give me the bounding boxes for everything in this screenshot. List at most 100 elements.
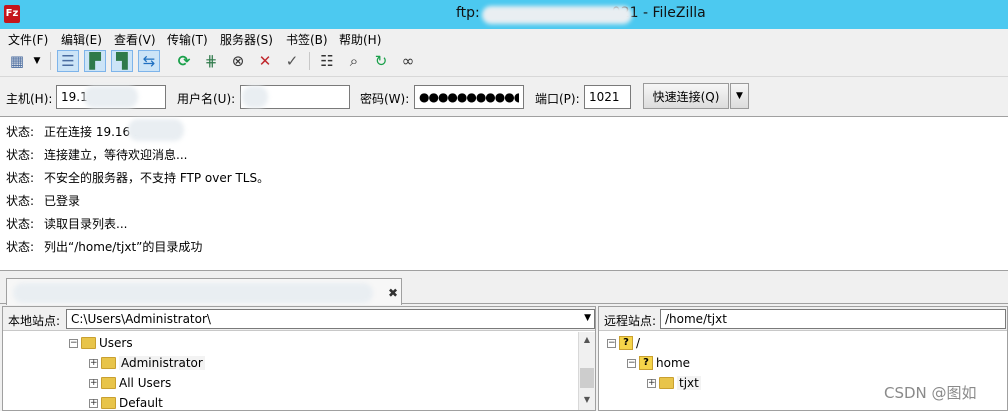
log-text: 连接建立，等待欢迎消息... xyxy=(44,148,188,162)
toggle-local-tree-icon[interactable]: ▛ xyxy=(84,50,106,72)
redaction-blur xyxy=(13,283,373,303)
scroll-up-icon[interactable]: ▲ xyxy=(579,332,595,348)
log-row: 状态: 列出“/home/tjxt”的目录成功 xyxy=(6,238,202,255)
menu-file[interactable]: 文件(F) xyxy=(8,31,48,48)
tree-item-root[interactable]: − ? / xyxy=(607,336,640,350)
message-log[interactable]: 状态: 正在连接 19.16 21... 状态: 连接建立，等待欢迎消息... 状态… xyxy=(0,116,1008,271)
menu-bookmarks[interactable]: 书签(B) xyxy=(286,31,328,48)
redaction-blur xyxy=(84,86,138,108)
expand-icon[interactable]: + xyxy=(89,398,98,408)
remote-path-text: /home/tjxt xyxy=(665,312,727,326)
local-pane: 本地站点: C:\Users\Administrator\ ▼ − Users … xyxy=(2,306,596,411)
port-label: 端口(P): xyxy=(535,92,580,106)
remote-site-bar: 远程站点: /home/tjxt xyxy=(599,307,1007,331)
site-dropdown-icon[interactable]: ▼ xyxy=(30,50,44,72)
menu-server[interactable]: 服务器(S) xyxy=(220,31,273,48)
tree-item-default[interactable]: + Default xyxy=(89,396,163,410)
password-label: 密码(W): xyxy=(360,92,410,106)
log-kind: 状态: xyxy=(6,148,35,162)
log-row: 状态: 不安全的服务器，不支持 FTP over TLS。 xyxy=(6,169,269,186)
tree-item-label: home xyxy=(656,356,691,370)
local-tree-scrollbar[interactable]: ▲ ▼ xyxy=(578,332,595,410)
port-input[interactable] xyxy=(584,85,631,109)
local-path-combobox[interactable]: C:\Users\Administrator\ ▼ xyxy=(66,309,595,329)
collapse-icon[interactable]: − xyxy=(69,338,78,348)
tree-item-home[interactable]: − ? home xyxy=(627,356,690,370)
folder-icon xyxy=(101,397,116,409)
menu-help[interactable]: 帮助(H) xyxy=(339,31,381,48)
menu-edit[interactable]: 编辑(E) xyxy=(61,31,102,48)
log-text: 列出“/home/tjxt”的目录成功 xyxy=(44,240,203,254)
tree-item-all-users[interactable]: + All Users xyxy=(89,376,171,390)
tree-item-users[interactable]: − Users xyxy=(69,336,133,350)
log-row: 状态: 连接建立，等待欢迎消息... xyxy=(6,146,187,163)
password-input[interactable] xyxy=(414,85,524,109)
folder-icon xyxy=(659,377,674,389)
log-text: 读取目录列表... xyxy=(44,217,128,231)
close-icon[interactable]: ✖ xyxy=(388,286,398,300)
log-row: 状态: 读取目录列表... xyxy=(6,215,127,232)
tree-item-label: Administrator xyxy=(119,356,205,370)
tree-item-label: All Users xyxy=(119,376,172,390)
tree-item-label: tjxt xyxy=(677,376,701,390)
expand-icon[interactable]: + xyxy=(89,358,98,368)
tree-item-label: / xyxy=(636,336,641,350)
expand-icon[interactable]: + xyxy=(89,378,98,388)
local-site-bar: 本地站点: C:\Users\Administrator\ ▼ xyxy=(3,307,595,331)
title-bar: Fz ftp: 021 - FileZilla xyxy=(0,0,1008,29)
log-kind: 状态: xyxy=(6,125,35,139)
folder-icon xyxy=(81,337,96,349)
disconnect-icon[interactable]: ✕ xyxy=(254,50,276,72)
local-path-text: C:\Users\Administrator\ xyxy=(71,312,211,326)
compare-icon[interactable]: ⌕ xyxy=(343,50,365,72)
toolbar-separator xyxy=(309,52,310,70)
menu-view[interactable]: 查看(V) xyxy=(114,31,156,48)
reconnect-icon[interactable]: ✓ xyxy=(281,50,303,72)
tree-item-label: Default xyxy=(119,396,163,410)
search-icon[interactable]: ∞ xyxy=(397,50,419,72)
username-label: 用户名(U): xyxy=(177,92,236,106)
unknown-folder-icon: ? xyxy=(639,356,653,370)
redaction-blur xyxy=(242,86,268,108)
folder-icon xyxy=(101,377,116,389)
cancel-icon[interactable]: ⊗ xyxy=(227,50,249,72)
toggle-queue-icon[interactable]: ⇆ xyxy=(138,50,160,72)
tree-item-label: Users xyxy=(99,336,133,350)
menu-bar: 文件(F) 编辑(E) 查看(V) 传输(T) 服务器(S) 书签(B) 帮助(… xyxy=(0,29,1008,48)
local-site-label: 本地站点: xyxy=(8,314,61,328)
collapse-icon[interactable]: − xyxy=(627,358,636,368)
expand-icon[interactable]: + xyxy=(647,378,656,388)
collapse-icon[interactable]: − xyxy=(607,338,616,348)
scrollbar-thumb[interactable] xyxy=(580,368,594,388)
site-tab-strip: ✖ xyxy=(0,273,1008,305)
toggle-log-icon[interactable]: ☰ xyxy=(57,50,79,72)
filezilla-app-icon[interactable]: Fz xyxy=(4,5,20,23)
refresh-icon[interactable]: ⟳ xyxy=(173,50,195,72)
log-kind: 状态: xyxy=(6,240,35,254)
quickconnect-bar: 主机(H): 用户名(U): 密码(W): 端口(P): 快速连接(Q) ▼ xyxy=(0,76,1008,116)
tree-item-tjxt[interactable]: + tjxt xyxy=(647,376,701,390)
sync-browse-icon[interactable]: ↻ xyxy=(370,50,392,72)
log-text: 已登录 xyxy=(44,194,81,208)
toolbar: ▦ ▼ ☰ ▛ ▜ ⇆ ⟳ ⋕ ⊗ ✕ ✓ ☷ ⌕ ↻ ∞ xyxy=(0,48,1008,76)
log-kind: 状态: xyxy=(6,217,35,231)
chevron-down-icon[interactable]: ▼ xyxy=(584,313,591,323)
quickconnect-button[interactable]: 快速连接(Q) xyxy=(643,83,729,109)
watermark: CSDN @图如 xyxy=(884,384,977,402)
log-text: 不安全的服务器，不支持 FTP over TLS。 xyxy=(44,171,270,185)
tree-item-administrator[interactable]: + Administrator xyxy=(89,356,205,370)
process-queue-icon[interactable]: ⋕ xyxy=(200,50,222,72)
scroll-down-icon[interactable]: ▼ xyxy=(579,392,595,408)
filter-icon[interactable]: ☷ xyxy=(316,50,338,72)
menu-transfer[interactable]: 传输(T) xyxy=(167,31,208,48)
log-kind: 状态: xyxy=(6,194,35,208)
toolbar-separator xyxy=(50,52,51,70)
unknown-folder-icon: ? xyxy=(619,336,633,350)
log-kind: 状态: xyxy=(6,171,35,185)
toggle-remote-tree-icon[interactable]: ▜ xyxy=(111,50,133,72)
log-row: 状态: 已登录 xyxy=(6,192,80,209)
remote-path-combobox[interactable]: /home/tjxt xyxy=(660,309,1006,329)
quickconnect-history-dropdown[interactable]: ▼ xyxy=(730,83,749,109)
connection-tab[interactable]: ✖ xyxy=(6,278,402,305)
site-manager-icon[interactable]: ▦ xyxy=(6,50,28,72)
